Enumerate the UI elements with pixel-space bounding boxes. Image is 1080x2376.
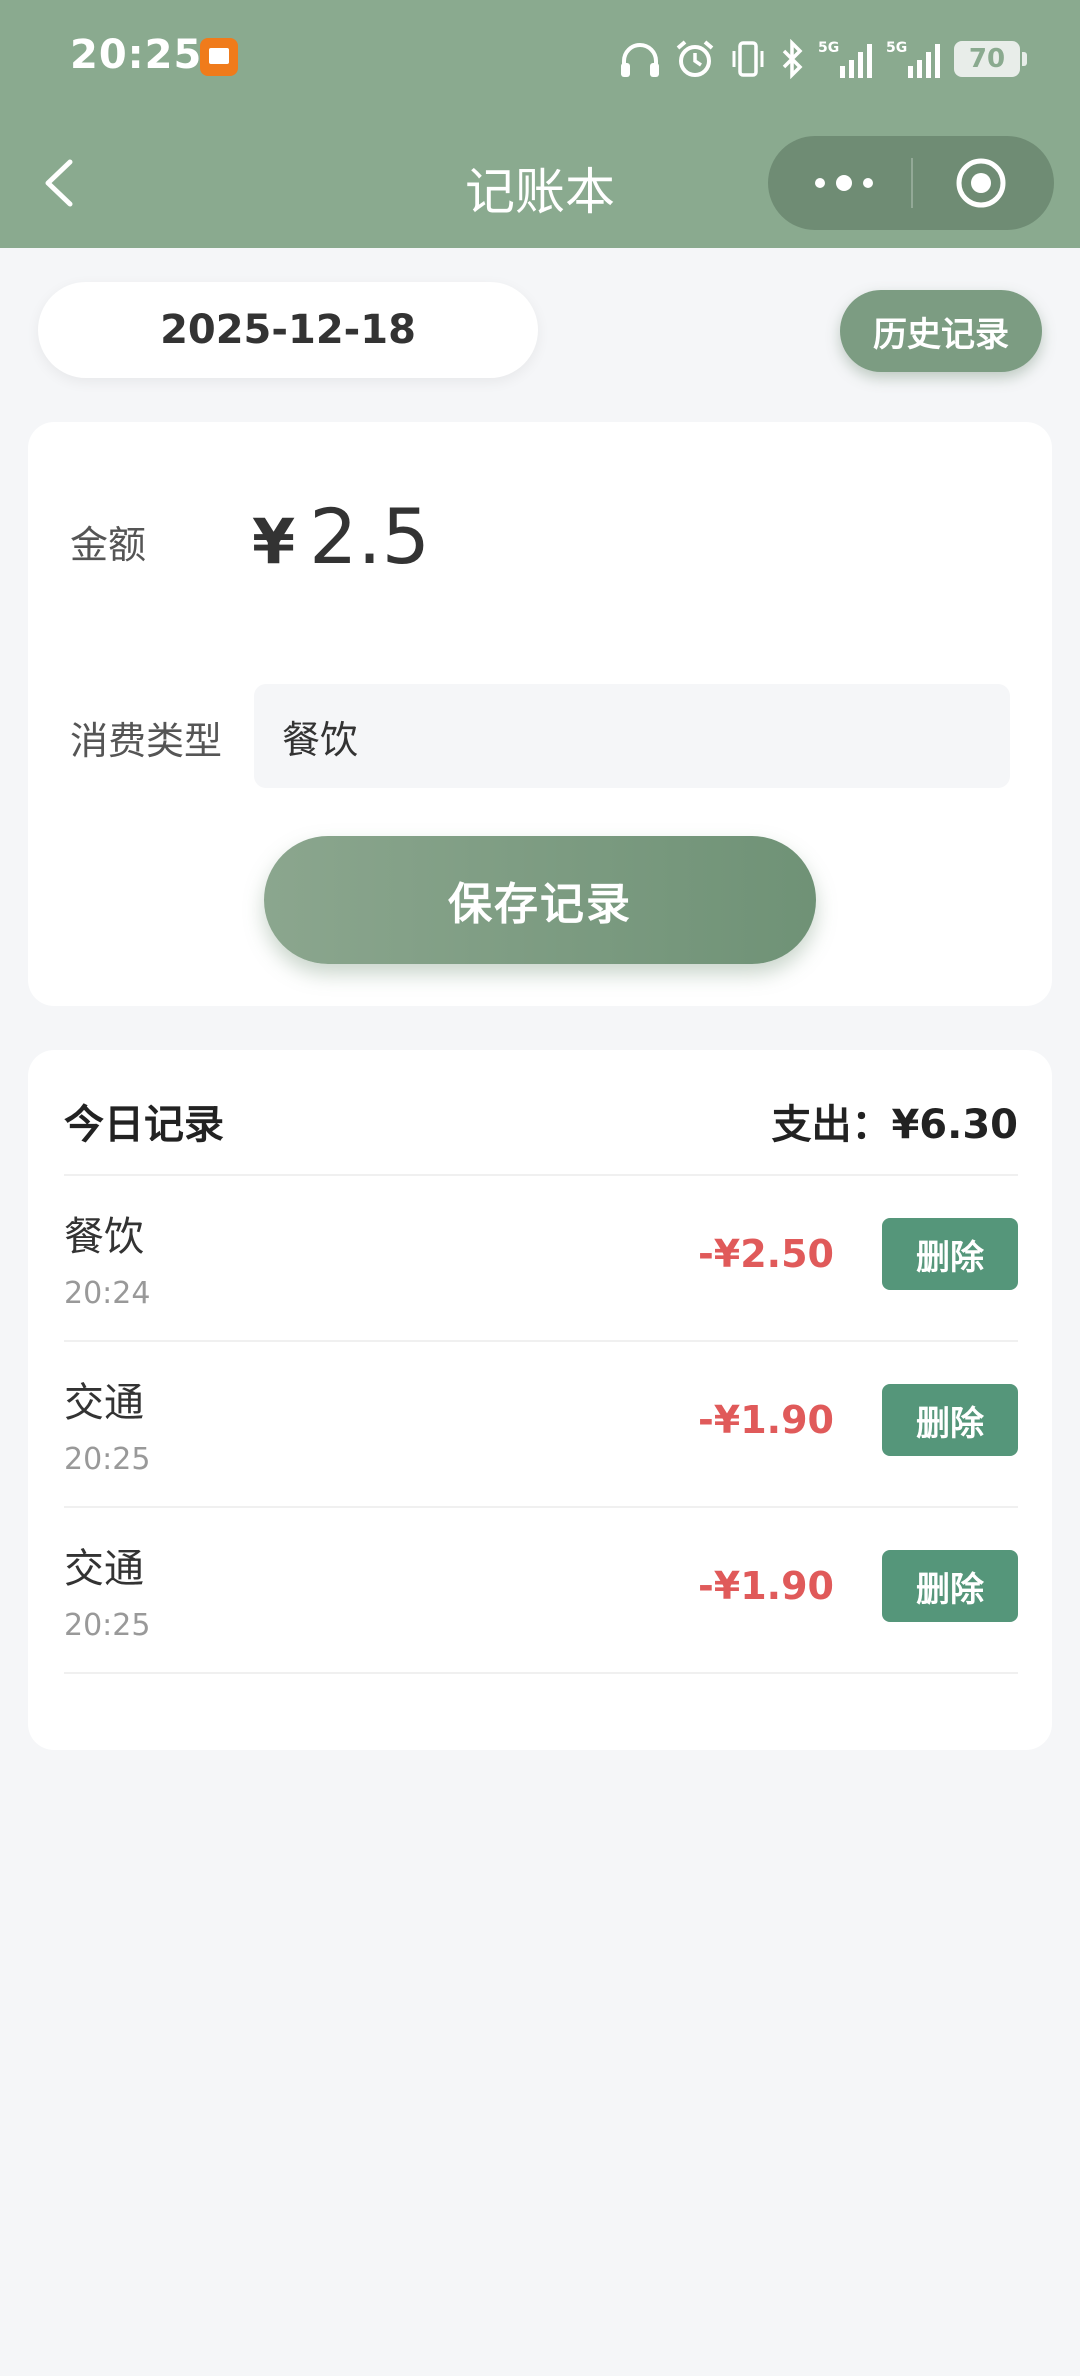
- record-category: 餐饮: [64, 1214, 144, 1260]
- reader-app-notification-icon: [200, 38, 238, 76]
- record-amount: -¥1.90: [698, 1398, 834, 1442]
- amount-value: 2.5: [309, 492, 431, 581]
- save-record-button[interactable]: 保存记录: [264, 836, 816, 964]
- vibrate-icon: [732, 41, 764, 77]
- alarm-icon: [676, 40, 714, 77]
- record-category: 交通: [64, 1546, 144, 1592]
- amount-input[interactable]: ¥ 2.5: [252, 492, 430, 581]
- category-label: 消费类型: [70, 719, 223, 763]
- signal-5g-icon: 5G: [818, 40, 872, 78]
- record-time: 20:25: [64, 1608, 151, 1643]
- delete-button[interactable]: 删除: [882, 1218, 1018, 1290]
- capsule-divider: [911, 158, 913, 208]
- battery-indicator: 70: [954, 41, 1027, 77]
- miniprogram-capsule: [768, 136, 1054, 230]
- delete-button[interactable]: 删除: [882, 1550, 1018, 1622]
- entry-form-card: 金额 ¥ 2.5 消费类型 保存记录: [28, 422, 1052, 1006]
- date-picker[interactable]: 2025-12-18: [38, 282, 538, 378]
- records-header: 今日记录 支出：¥6.30: [64, 1050, 1018, 1176]
- close-miniprogram-icon[interactable]: [954, 156, 1008, 210]
- nav-bar: 记账本: [0, 120, 1080, 248]
- record-category: 交通: [64, 1380, 144, 1426]
- status-time: 20:25: [70, 32, 203, 78]
- record-time: 20:25: [64, 1442, 151, 1477]
- today-records-card: 今日记录 支出：¥6.30 餐饮 20:24 -¥2.50 删除 交通 20:2…: [28, 1050, 1052, 1750]
- amount-label: 金额: [70, 523, 147, 567]
- record-row: 餐饮 20:24 -¥2.50 删除: [64, 1174, 1018, 1342]
- record-amount: -¥2.50: [698, 1232, 834, 1276]
- app-header: 20:25 5G 5G 70 记账本: [0, 0, 1080, 248]
- signal-label-1: 5G: [818, 40, 839, 56]
- signal-5g-icon-secondary: 5G: [886, 40, 940, 78]
- record-time: 20:24: [64, 1276, 151, 1311]
- record-amount: -¥1.90: [698, 1564, 834, 1608]
- currency-symbol: ¥: [252, 505, 296, 578]
- status-icons: 5G 5G 70: [618, 34, 1027, 84]
- record-row: 交通 20:25 -¥1.90 删除: [64, 1340, 1018, 1508]
- headphones-icon: [621, 43, 659, 77]
- expense-total: 支出：¥6.30: [771, 1102, 1018, 1148]
- more-dots-icon[interactable]: [804, 158, 884, 208]
- history-button[interactable]: 历史记录: [840, 290, 1042, 372]
- category-input[interactable]: [254, 684, 1010, 788]
- bluetooth-icon: [782, 39, 803, 79]
- status-bar: 20:25 5G 5G 70: [0, 0, 1080, 120]
- signal-label-2: 5G: [886, 40, 907, 56]
- records-title: 今日记录: [64, 1102, 224, 1148]
- delete-button[interactable]: 删除: [882, 1384, 1018, 1456]
- record-row: 交通 20:25 -¥1.90 删除: [64, 1506, 1018, 1674]
